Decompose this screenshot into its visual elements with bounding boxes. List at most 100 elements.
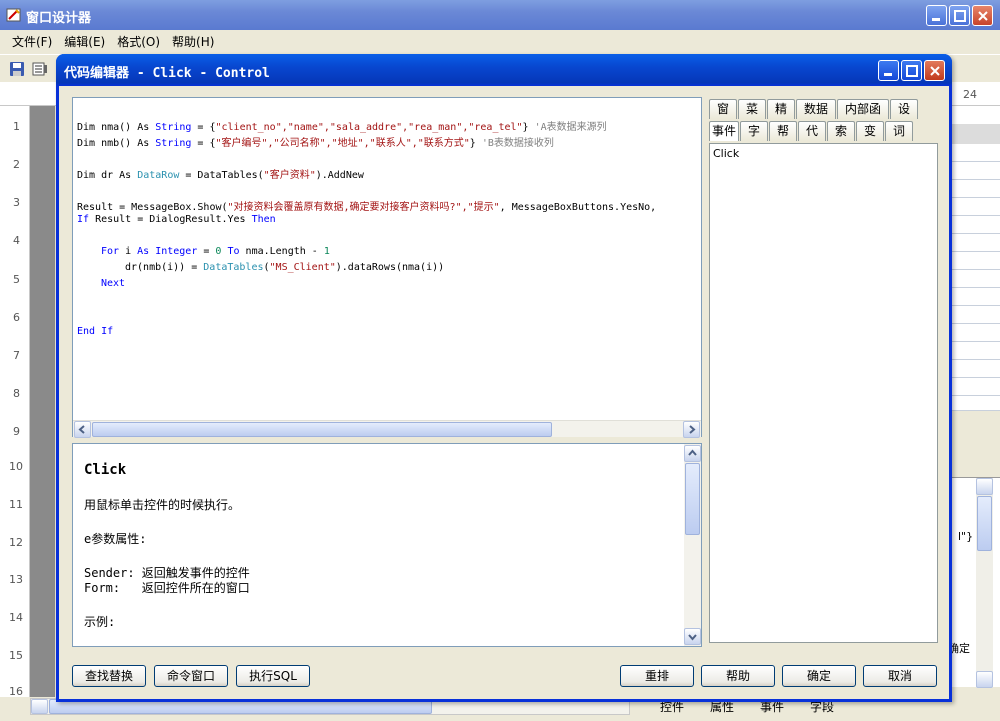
code-line: End If	[77, 326, 114, 337]
side-tabs-bottom: 事件 字段 帮助 代码 索引 变量 词汇	[709, 121, 913, 157]
tab-index[interactable]: 索引	[827, 121, 855, 157]
menu-format[interactable]: 格式(O)	[111, 33, 166, 50]
scroll-thumb[interactable]	[685, 463, 700, 535]
code-line: Dim nma() As String = {"client_no","name…	[77, 122, 607, 133]
ok-button[interactable]: 确定	[782, 665, 856, 687]
designer-menubar: 文件(F) 编辑(E) 格式(O) 帮助(H)	[0, 30, 1000, 52]
right-vertical-scrollbar[interactable]	[976, 478, 993, 688]
tab-code[interactable]: 代码	[798, 121, 826, 157]
grid-row[interactable]	[952, 144, 1000, 162]
scroll-up-icon[interactable]	[684, 445, 701, 462]
ruler-number: 3	[13, 196, 20, 209]
code-editor[interactable]: Dim nma() As String = {"client_no","name…	[72, 97, 702, 438]
scroll-thumb[interactable]	[92, 422, 552, 437]
grid-row[interactable]	[952, 342, 1000, 360]
scroll-left-icon[interactable]	[74, 421, 91, 438]
exec-sql-button[interactable]: 执行SQL	[236, 665, 310, 687]
scroll-down-icon[interactable]	[976, 671, 993, 688]
tab-datasource[interactable]: 数据源	[796, 99, 836, 135]
grid-row[interactable]	[952, 216, 1000, 234]
grid-row[interactable]	[952, 324, 1000, 342]
help-panel[interactable]: Click 用鼠标单击控件的时候执行。 e参数属性: Sender: 返回触发事…	[72, 443, 702, 647]
minimize-icon[interactable]	[926, 5, 947, 26]
grid-row[interactable]	[952, 306, 1000, 324]
designer-app-icon	[6, 7, 22, 23]
tab-fields[interactable]: 字段	[740, 121, 768, 157]
menu-edit[interactable]: 编辑(E)	[58, 33, 111, 50]
ruler-top-label: 24	[963, 88, 977, 101]
ruler-number: 1	[13, 120, 20, 133]
ruler-number: 10	[9, 460, 23, 473]
grid-row[interactable]	[952, 288, 1000, 306]
grid-row[interactable]	[952, 378, 1000, 396]
code-line: Result = MessageBox.Show("对接资料会覆盖原有数据,确定…	[77, 202, 657, 213]
scroll-thumb[interactable]	[977, 496, 992, 551]
designer-title: 窗口设计器	[26, 11, 92, 26]
event-list[interactable]: Click	[709, 143, 938, 643]
right-snippet: l"}	[958, 530, 974, 543]
tab-events[interactable]: 事件	[709, 121, 739, 141]
designer-titlebar[interactable]: 窗口设计器	[0, 0, 1000, 30]
editor-horizontal-scrollbar[interactable]	[73, 420, 701, 438]
code-line: If Result = DialogResult.Yes Then	[77, 214, 276, 225]
grid-header	[952, 124, 1000, 144]
save-icon[interactable]	[9, 61, 25, 77]
maximize-icon[interactable]	[901, 60, 922, 81]
tab-vocabulary[interactable]: 词汇	[885, 121, 913, 157]
tab-window[interactable]: 窗口	[709, 99, 737, 135]
code-editor-titlebar[interactable]: 代码编辑器 - Click - Control	[56, 54, 952, 86]
scroll-right-icon[interactable]	[683, 421, 700, 438]
code-editor-title: 代码编辑器 - Click - Control	[64, 66, 270, 81]
tab-menu[interactable]: 菜单	[738, 99, 766, 135]
help-line: 用鼠标单击控件的时候执行。	[84, 498, 241, 512]
grid-row[interactable]	[952, 162, 1000, 180]
close-icon[interactable]	[924, 60, 945, 81]
ruler-number: 14	[9, 611, 23, 624]
grid-row[interactable]	[952, 234, 1000, 252]
help-button[interactable]: 帮助	[701, 665, 775, 687]
code-line: Dim dr As DataRow = DataTables("客户资料").A…	[77, 170, 364, 181]
menu-file[interactable]: 文件(F)	[6, 33, 58, 50]
tab-wizard[interactable]: 精灵	[767, 99, 795, 135]
help-vertical-scrollbar[interactable]	[684, 444, 701, 646]
cancel-button[interactable]: 取消	[863, 665, 937, 687]
maximize-icon[interactable]	[949, 5, 970, 26]
code-line: Dim nmb() As String = {"客户编号","公司名称","地址…	[77, 138, 554, 149]
ruler-number: 5	[13, 273, 20, 286]
right-grid	[952, 106, 1000, 411]
grid-row[interactable]	[952, 396, 1000, 411]
grid-row[interactable]	[952, 180, 1000, 198]
ruler-number: 2	[13, 158, 20, 171]
ruler-number: 4	[13, 234, 20, 247]
ruler-left: 1 2 3 4 5 6 7 8 9 10 11 12 13 14 15 16	[0, 106, 30, 700]
help-line: e参数属性:	[84, 532, 147, 546]
grid-row[interactable]	[952, 360, 1000, 378]
code-editor-caption-buttons	[878, 60, 945, 81]
grid-row[interactable]	[952, 270, 1000, 288]
command-window-button[interactable]: 命令窗口	[154, 665, 228, 687]
menu-help[interactable]: 帮助(H)	[166, 33, 220, 50]
ruler-number: 8	[13, 387, 20, 400]
design-canvas[interactable]	[30, 106, 55, 700]
scroll-down-icon[interactable]	[684, 628, 701, 645]
scroll-up-icon[interactable]	[976, 478, 993, 495]
code-line: Next	[101, 278, 126, 289]
close-icon[interactable]	[972, 5, 993, 26]
rearrange-button[interactable]: 重排	[620, 665, 694, 687]
tab-help[interactable]: 帮助	[769, 121, 797, 157]
ruler-number: 11	[9, 498, 23, 511]
minimize-icon[interactable]	[878, 60, 899, 81]
properties-icon[interactable]	[32, 61, 48, 77]
tab-internal-functions[interactable]: 内部函数	[837, 99, 889, 135]
scroll-left-icon[interactable]	[31, 699, 48, 714]
code-line: For i As Integer = 0 To nma.Length - 1	[101, 246, 330, 257]
find-replace-button[interactable]: 查找替换	[72, 665, 146, 687]
grid-row[interactable]	[952, 252, 1000, 270]
ruler-number: 13	[9, 573, 23, 586]
ruler-number: 12	[9, 536, 23, 549]
grid-row[interactable]	[952, 198, 1000, 216]
list-item[interactable]: Click	[713, 147, 739, 160]
tab-settings[interactable]: 设置	[890, 99, 918, 135]
tab-variables[interactable]: 变量	[856, 121, 884, 157]
designer-caption-buttons	[926, 5, 993, 26]
